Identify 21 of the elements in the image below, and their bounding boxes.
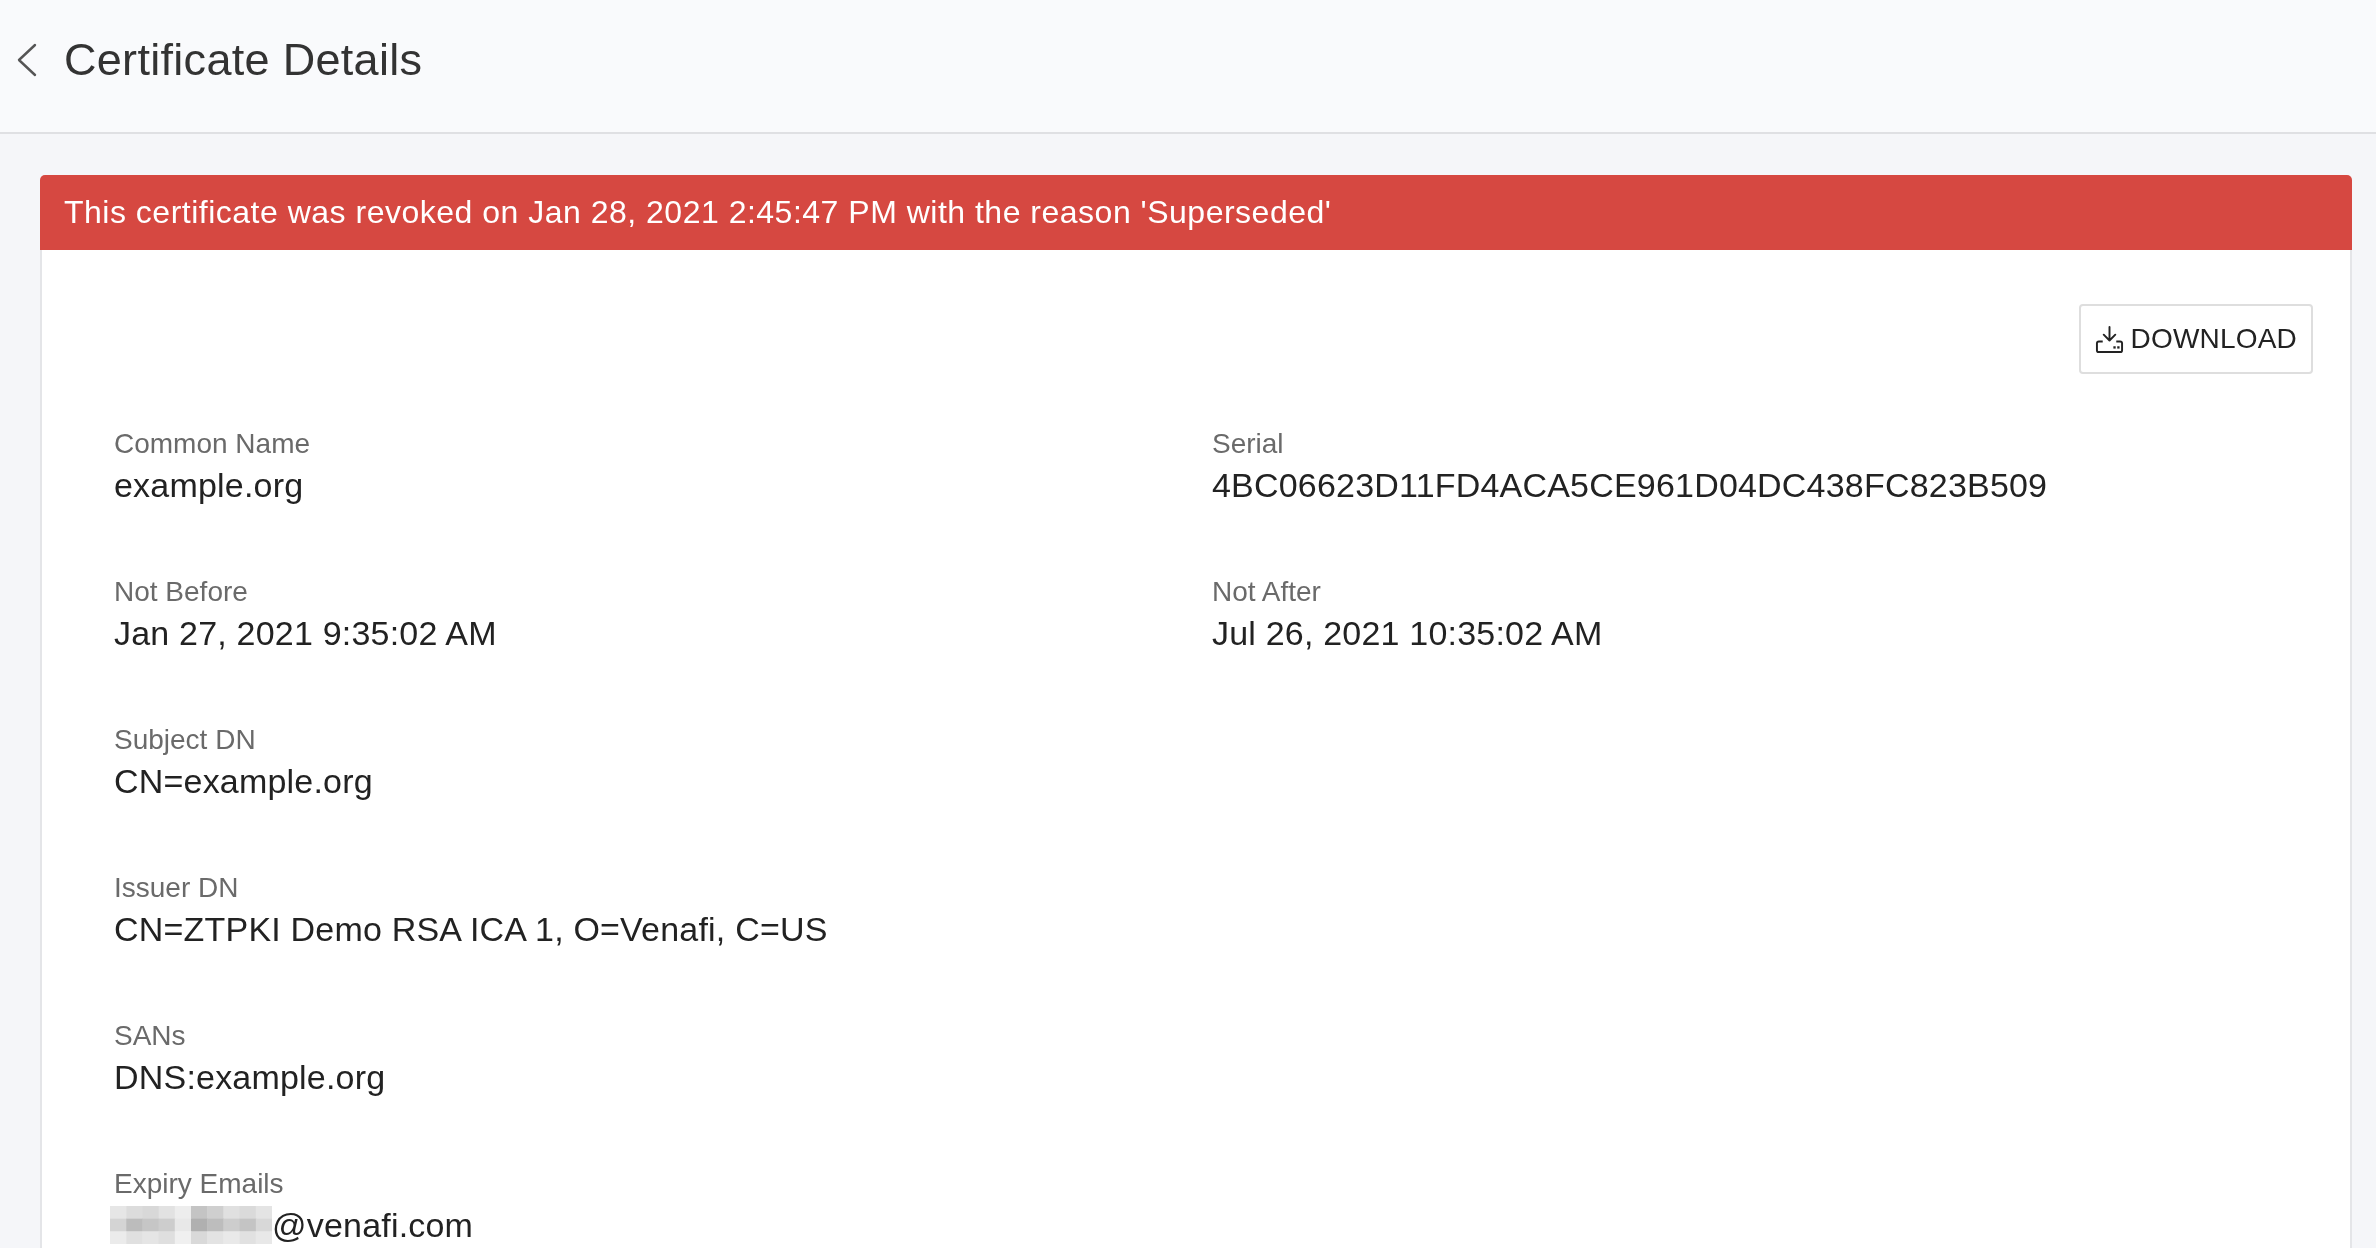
alert-message: This certificate was revoked on Jan 28, 2021 2:45:47 PM with the reason 'Superseded' (64, 194, 1332, 231)
field-label: Not After (1212, 575, 1321, 609)
field-label: Expiry Emails (114, 1167, 284, 1201)
page-title: Certificate Details (64, 34, 423, 86)
field-value: Jul 26, 2021 10:35:02 AM (1212, 613, 1603, 654)
download-icon (2094, 324, 2124, 354)
field-value: 4BC06623D11FD4ACA5CE961D04DC438FC823B509 (1212, 465, 2048, 506)
field-value: @venafi.com (272, 1205, 474, 1246)
field-label: Common Name (114, 427, 311, 461)
field-label: Subject DN (114, 723, 256, 757)
download-button[interactable]: DOWNLOAD (2078, 304, 2313, 374)
chevron-left-icon[interactable] (16, 43, 38, 77)
field-value: example.org (114, 465, 304, 506)
field-label: Serial (1212, 427, 1284, 461)
field-value: CN=ZTPKI Demo RSA ICA 1, O=Venafi, C=US (114, 909, 828, 950)
field-label: Not Before (114, 575, 248, 609)
field-value: DNS:example.org (114, 1057, 386, 1098)
field-label: Issuer DN (114, 871, 239, 905)
field-value: CN=example.org (114, 761, 373, 802)
field-label: SANs (114, 1019, 186, 1053)
field-value: Jan 27, 2021 9:35:02 AM (114, 613, 497, 654)
